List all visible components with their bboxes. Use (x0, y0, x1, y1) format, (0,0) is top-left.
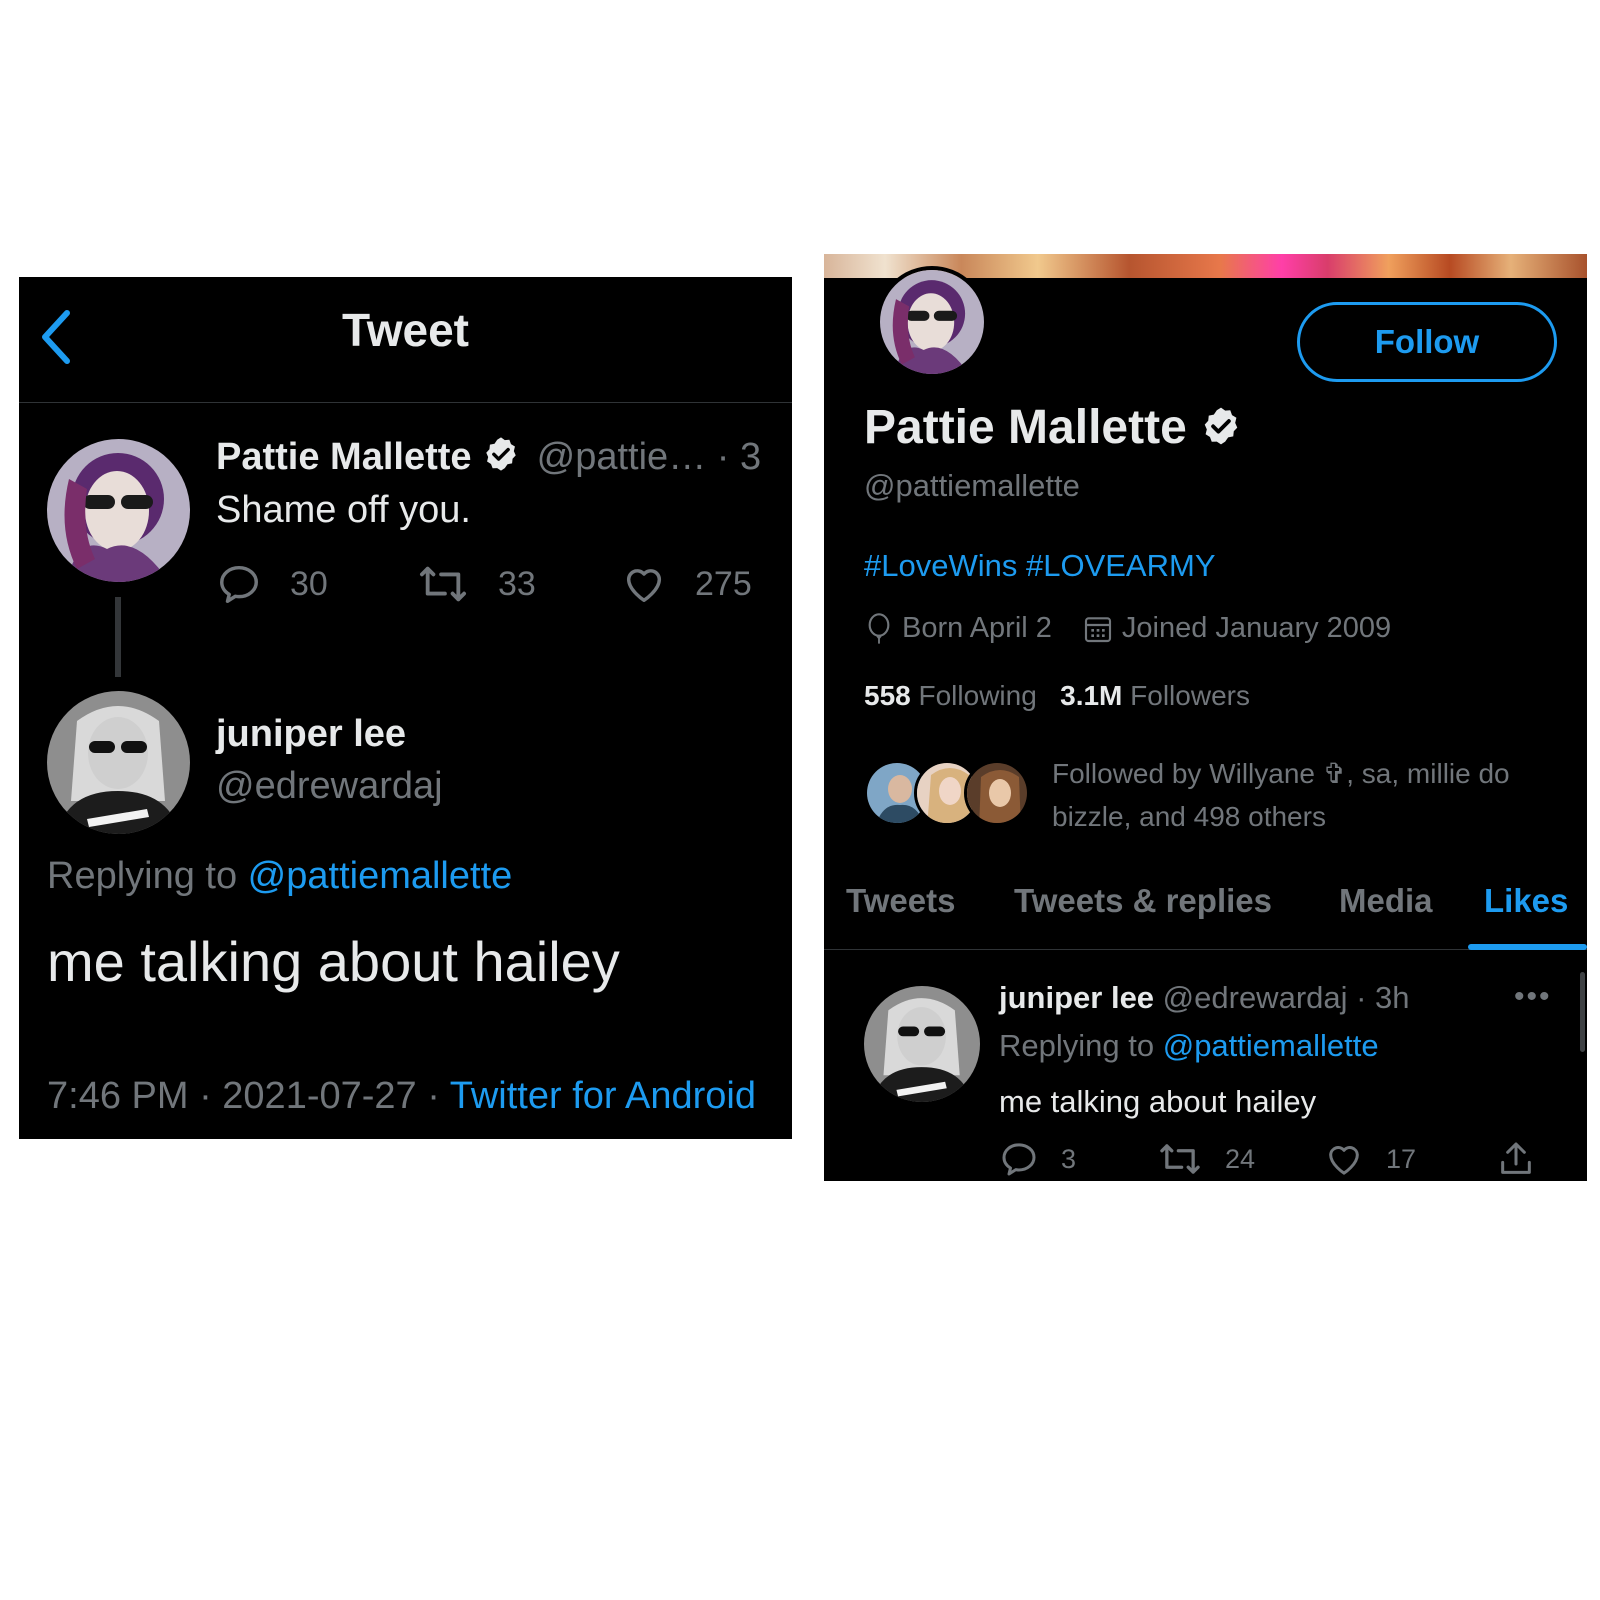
retweet-icon (420, 566, 467, 602)
retweet-button[interactable]: 33 (416, 559, 536, 609)
retweet-icon (1160, 1144, 1200, 1174)
tweet-detail-screenshot: Tweet Pattie Mallette @pattie… · 3 Shame… (19, 277, 792, 1139)
author-name[interactable]: juniper lee (999, 980, 1154, 1015)
scrollbar[interactable] (1580, 972, 1585, 1052)
like-button[interactable]: 17 (1324, 1138, 1416, 1180)
author-name[interactable]: Pattie Mallette (216, 436, 472, 478)
source-link[interactable]: Twitter for Android (450, 1075, 756, 1117)
reply-button[interactable]: 30 (216, 559, 328, 609)
reply-icon (220, 565, 258, 603)
hashtag-link[interactable]: #LoveWins (864, 548, 1017, 583)
tab-tweets[interactable]: Tweets (846, 882, 955, 920)
like-count: 275 (695, 564, 752, 603)
tweet2-text: me talking about hailey (47, 930, 620, 993)
profile-avatar[interactable] (876, 266, 988, 378)
retweet-count: 33 (498, 564, 536, 603)
heart-icon (626, 569, 662, 603)
followers-count: 3.1M (1060, 680, 1123, 711)
following-label: Following (918, 680, 1037, 711)
retweet-count: 24 (1225, 1143, 1256, 1174)
follow-button[interactable]: Follow (1297, 302, 1557, 382)
liked-tweet-actions: 3 24 17 (999, 1138, 1559, 1180)
author-handle[interactable]: @edrewardaj (216, 765, 443, 808)
following-link[interactable]: 558 Following (864, 680, 1037, 711)
timestamp-text: 7:46 PM · 2021-07-27 · (47, 1075, 450, 1117)
joined-date: Joined January 2009 (1121, 612, 1392, 644)
tweet1-text: Shame off you. (216, 489, 471, 531)
heart-icon (1329, 1146, 1359, 1175)
calendar-icon (1084, 616, 1111, 642)
page-title: Tweet (342, 304, 469, 356)
liked-tweet-text: me talking about hailey (999, 1084, 1317, 1119)
verified-badge-icon (1204, 407, 1238, 445)
author-handle[interactable]: @pattie… · 3 (537, 436, 761, 478)
hashtag-link[interactable]: #LOVEARMY (1026, 548, 1216, 583)
avatar-juniper[interactable] (47, 691, 190, 834)
follow-stats: 558 Following 3.1M Followers (864, 680, 1250, 712)
author-handle-time[interactable]: @edrewardaj · 3h (1163, 980, 1410, 1015)
reply-button[interactable]: 3 (999, 1138, 1076, 1180)
header-bar: Tweet (19, 277, 792, 403)
reply-icon (1002, 1143, 1036, 1176)
tab-tweets-replies[interactable]: Tweets & replies (1014, 882, 1272, 920)
profile-name: Pattie Mallette (864, 400, 1242, 455)
replying-prefix: Replying to (999, 1028, 1163, 1063)
avatar-pattie[interactable] (47, 439, 190, 582)
profile-screenshot: Follow Pattie Mallette @pattiemallette #… (824, 254, 1587, 1181)
followed-by-avatars[interactable] (864, 760, 1034, 830)
avatar-juniper[interactable] (864, 986, 980, 1102)
reply-count: 30 (290, 564, 328, 603)
profile-bio: #LoveWins #LOVEARMY (864, 548, 1216, 584)
like-count: 17 (1386, 1143, 1417, 1174)
avatar (964, 760, 1030, 826)
followed-by-text[interactable]: Followed by Willyane ✞, sa, millie do bi… (1052, 752, 1552, 838)
tweet1-header: Pattie Mallette @pattie… · 3 (216, 435, 761, 479)
like-button[interactable]: 275 (621, 559, 752, 609)
author-name[interactable]: juniper lee (216, 713, 406, 756)
reply-count: 3 (1061, 1143, 1077, 1174)
replying-to-link[interactable]: @pattiemallette (1163, 1028, 1379, 1063)
followers-link[interactable]: 3.1M Followers (1060, 680, 1250, 711)
verified-badge-icon (486, 437, 516, 471)
replying-to: Replying to @pattiemallette (47, 855, 512, 898)
profile-handle: @pattiemallette (864, 468, 1080, 503)
replying-to-link[interactable]: @pattiemallette (248, 855, 513, 897)
replying-prefix: Replying to (47, 855, 248, 897)
liked-tweet-header: juniper lee @edrewardaj · 3h (999, 980, 1410, 1016)
share-button[interactable] (1496, 1138, 1558, 1180)
profile-name-text: Pattie Mallette (864, 401, 1187, 454)
followers-label: Followers (1130, 680, 1250, 711)
birthday-text: Born April 2 (902, 612, 1052, 644)
retweet-button[interactable]: 24 (1157, 1138, 1255, 1180)
active-tab-indicator (1468, 944, 1587, 950)
tab-media[interactable]: Media (1339, 882, 1433, 920)
share-icon (1501, 1142, 1531, 1174)
tab-likes[interactable]: Likes (1484, 882, 1568, 920)
balloon-icon (868, 612, 890, 644)
following-count: 558 (864, 680, 911, 711)
tweet1-actions: 30 33 275 (216, 559, 792, 609)
profile-tabs: Tweets Tweets & replies Media Likes (824, 870, 1587, 950)
more-options-icon[interactable]: ••• (1514, 980, 1552, 1014)
profile-info: Born April 2 Joined January 2009 (864, 612, 1391, 645)
replying-to: Replying to @pattiemallette (999, 1028, 1379, 1064)
tweet-timestamp: 7:46 PM · 2021-07-27 · Twitter for Andro… (47, 1075, 756, 1118)
thread-connector (115, 597, 121, 677)
